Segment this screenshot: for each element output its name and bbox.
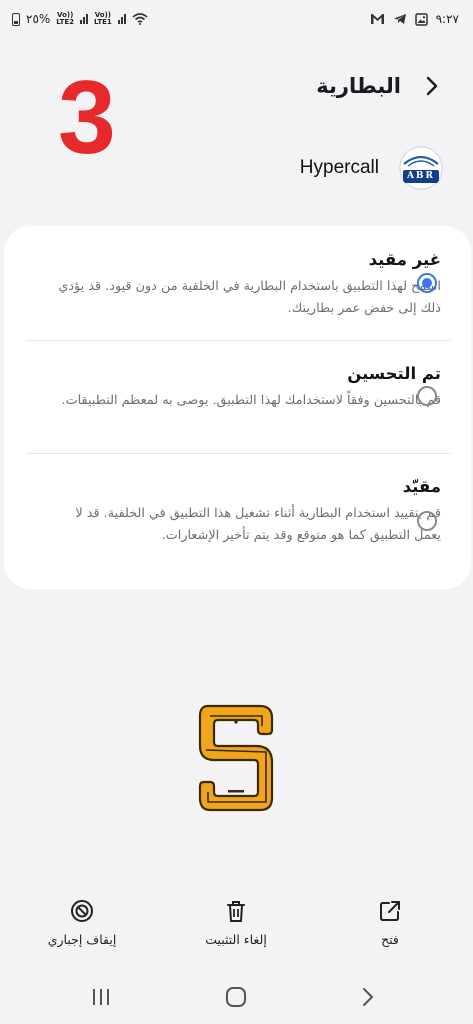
open-label: فتح [381,932,399,947]
chevron-back-icon[interactable] [423,75,441,97]
s-logo-image [198,704,274,812]
clock: ٩:٢٧ [435,12,459,26]
force-stop-label: إيقاف إجباري [47,932,117,947]
trash-icon [227,901,245,922]
option-title: تم التحسين [347,364,441,383]
open-button[interactable]: فتح [330,898,450,947]
overlay-number: 3 [58,60,116,176]
home-icon[interactable] [221,982,251,1012]
divider [26,340,451,341]
header: البطارية [316,74,441,98]
status-bar: ٢٥% Vo)) LTE2 Vo)) LTE1 ٩:٢٧ [0,0,473,40]
option-description: قم بالتحسين وفقاً لاستخدامك لهذا التطبيق… [61,393,441,408]
app-info-row: ABR Hypercall [300,146,443,190]
option-description: اسمح لهذا التطبيق باستخدام البطارية في ا… [58,279,441,316]
back-icon[interactable] [353,982,383,1012]
open-external-icon [380,901,400,921]
signal-icon [117,14,126,24]
battery-percent: ٢٥% [26,12,51,26]
recent-apps-icon[interactable] [86,982,116,1012]
option-text: غير مقيد اسمح لهذا التطبيق باستخدام البط… [51,250,441,320]
signal-icon [80,14,89,24]
option-text: تم التحسين قم بالتحسين وفقاً لاستخدامك ل… [51,364,441,412]
option-unrestricted[interactable]: غير مقيد اسمح لهذا التطبيق باستخدام البط… [4,250,471,340]
app-icon-letters: ABR [406,171,436,181]
page-title: البطارية [316,74,401,98]
app-logo-icon [399,146,443,190]
uninstall-label: إلغاء التثبيت [205,932,267,947]
divider [26,453,451,454]
radio-optimized[interactable] [417,386,437,406]
option-text: مقيّد قم بتقييد استخدام البطارية أثناء ت… [51,477,441,547]
sim1-label: Vo)) LTE1 [94,11,112,26]
gmail-icon [370,14,384,24]
option-restricted[interactable]: مقيّد قم بتقييد استخدام البطارية أثناء ت… [4,477,471,587]
option-optimized[interactable]: تم التحسين قم بالتحسين وفقاً لاستخدامك ل… [4,364,471,454]
radio-unrestricted[interactable] [417,273,437,293]
uninstall-button[interactable]: إلغاء التثبيت [176,898,296,947]
option-title: مقيّد [402,477,441,496]
app-name: Hypercall [299,157,379,178]
app-actions-bar: إيقاف إجباري إلغاء التثبيت فتح [0,898,473,958]
battery-options-card: غير مقيد اسمح لهذا التطبيق باستخدام البط… [4,226,471,589]
system-nav-bar [0,978,473,1024]
option-description: قم بتقييد استخدام البطارية أثناء تشغيل ه… [75,506,441,543]
battery-icon [12,12,20,26]
app-icon: ABR [399,146,443,190]
status-bar-left: ٢٥% Vo)) LTE2 Vo)) LTE1 [12,12,148,26]
wifi-icon [132,13,148,25]
force-stop-button[interactable]: إيقاف إجباري [22,898,142,947]
sim2-label: Vo)) LTE2 [56,11,75,26]
gallery-icon [414,12,428,26]
status-bar-right: ٩:٢٧ [370,12,459,26]
option-title: غير مقيد [368,250,441,269]
telegram-icon [393,14,406,24]
radio-restricted[interactable] [417,511,437,531]
block-icon [71,900,93,922]
